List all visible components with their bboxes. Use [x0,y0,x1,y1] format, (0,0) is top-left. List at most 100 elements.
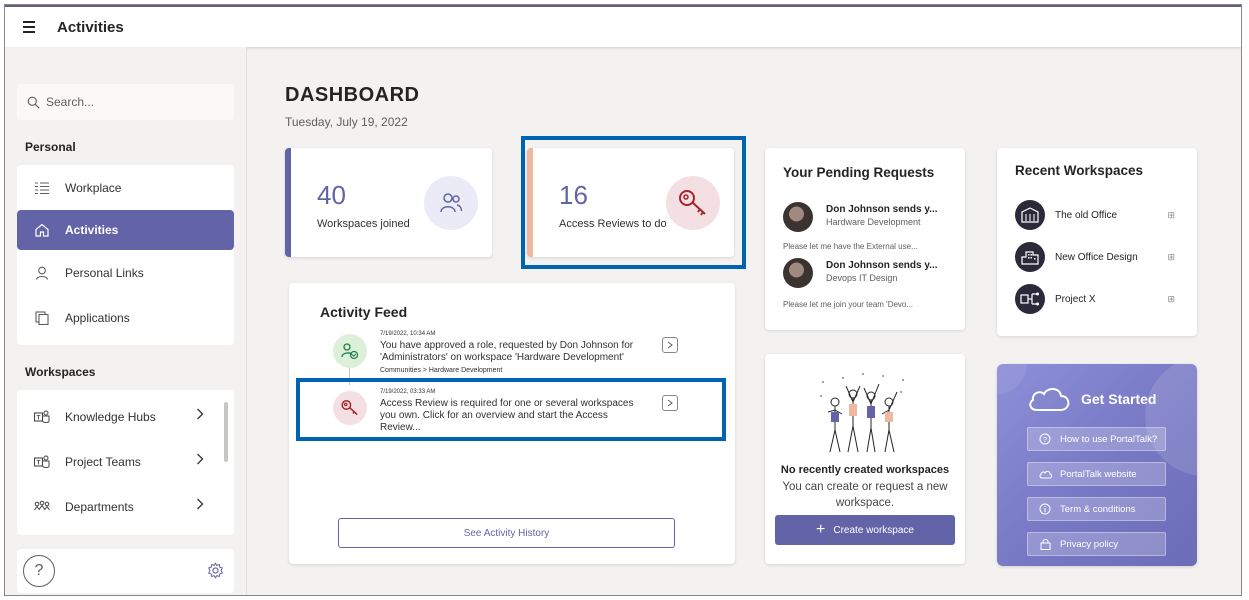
sidebar-item-applications[interactable]: Applications [17,295,234,340]
search-input[interactable]: Search... [17,84,234,120]
get-started-card: Get Started ? How to use PortalTalk? Por… [997,364,1197,566]
building-icon [1015,200,1045,230]
sidebar-item-label: Departments [65,499,134,514]
city-icon [1015,242,1045,272]
sidebar: Search... Personal Workplace Activities [5,47,247,595]
activity-feed-title: Activity Feed [320,304,408,320]
cloud-icon [1027,386,1071,417]
decor-bubble [997,364,1027,394]
workspaces-joined-card[interactable]: 40 Workspaces joined [285,148,492,257]
recent-workspaces-title: Recent Workspaces [1015,163,1144,178]
request-item[interactable]: Don Johnson sends y... Devops IT Design … [783,258,948,313]
request-message: Please let me have the External use... [783,242,918,251]
search-icon [27,96,40,109]
flow-icon [1015,284,1045,314]
request-workspace: Hardware Development [826,217,921,227]
info-icon [1038,503,1052,515]
empty-workspaces-card: No recently created workspaces You can c… [765,354,965,564]
workspace-item[interactable]: New Office Design ⊞ [1015,242,1175,272]
highlight-frame [521,136,746,269]
teams-icon: T [33,408,51,426]
link-label: PortalTalk website [1060,468,1137,480]
sidebar-item-activities[interactable]: Activities [17,210,234,250]
chevron-right-icon [196,453,204,468]
privacy-policy-link[interactable]: Privacy policy [1027,532,1166,556]
sidebar-scrollbar[interactable] [224,402,228,462]
workspaces-nav: T Knowledge Hubs T Project Teams Departm… [17,390,234,535]
home-icon [33,221,51,239]
teams-icon: T [33,453,51,471]
sidebar-item-label: Knowledge Hubs [65,409,156,424]
highlight-frame [296,378,726,441]
workspace-name: Project X [1055,293,1096,305]
create-workspace-button[interactable]: + Create workspace [775,515,955,545]
main-content: DASHBOARD Tuesday, July 19, 2022 40 Work… [248,47,1241,595]
link-label: Term & conditions [1060,503,1136,515]
request-sender: Don Johnson sends y... [826,204,938,215]
how-to-use-link[interactable]: ? How to use PortalTalk? [1027,427,1166,451]
personal-section-label: Personal [25,140,76,154]
workspace-name: New Office Design [1055,251,1138,263]
cloud-icon [1038,470,1052,479]
page-title: DASHBOARD [285,84,420,106]
svg-text:?: ? [1043,437,1047,444]
hamburger-menu-icon[interactable] [23,21,43,33]
workspaces-joined-label: Workspaces joined [317,218,410,230]
avatar [783,258,813,288]
svg-text:T: T [37,415,41,421]
sidebar-item-personal-links[interactable]: Personal Links [17,250,234,295]
celebration-illustration [813,372,913,460]
sidebar-item-knowledge-hubs[interactable]: T Knowledge Hubs [17,394,234,439]
feed-item[interactable]: 7/19/2022, 10:34 AM You have approved a … [333,331,683,381]
portaltalk-website-link[interactable]: PortalTalk website [1027,462,1166,486]
workspaces-section-label: Workspaces [25,365,96,379]
person-icon [33,264,51,282]
top-bar: Activities [5,5,1241,47]
create-workspace-label: Create workspace [833,524,914,536]
chevron-right-icon [196,498,204,513]
help-button[interactable]: ? [23,555,55,587]
org-icon [33,498,51,516]
sidebar-item-label: Activities [65,223,119,237]
request-workspace: Devops IT Design [826,273,898,283]
decor-bubble [1145,364,1197,476]
request-sender: Don Johnson sends y... [826,260,938,271]
workspaces-joined-count: 40 [317,180,346,210]
sidebar-item-departments[interactable]: Departments [17,484,234,529]
sidebar-footer: ? [17,549,234,593]
teams-icon: ⊞ [1167,209,1175,220]
page-date: Tuesday, July 19, 2022 [285,115,408,129]
gear-icon[interactable] [207,562,224,584]
app-window: Activities Search... Personal Workplace … [4,4,1242,596]
personal-nav: Workplace Activities Personal Links Appl… [17,165,234,345]
chevron-right-icon [196,408,204,423]
sidebar-item-workplace[interactable]: Workplace [17,165,234,210]
empty-state-title: No recently created workspaces [780,464,950,476]
link-label: Privacy policy [1060,538,1119,550]
people-icon [424,176,478,230]
workspace-item[interactable]: The old Office ⊞ [1015,200,1175,230]
plus-icon: + [816,521,826,538]
request-message: Please let me join your team 'Devo... [783,300,914,309]
see-activity-history-button[interactable]: See Activity History [338,518,675,548]
role-approved-icon [333,334,367,368]
app-title: Activities [57,18,124,36]
avatar [783,202,813,232]
help-circle-icon: ? [1038,433,1052,445]
terms-link[interactable]: Term & conditions [1027,497,1166,521]
empty-state-text: You can create or request a new workspac… [782,481,948,509]
teams-icon: ⊞ [1167,293,1175,304]
feed-text: You have approved a role, requested by D… [380,340,634,363]
sidebar-item-label: Personal Links [65,265,144,280]
get-started-title: Get Started [1081,391,1157,407]
teams-icon: ⊞ [1167,251,1175,262]
workspace-item[interactable]: Project X ⊞ [1015,284,1175,314]
sidebar-item-project-teams[interactable]: T Project Teams [17,439,234,484]
sidebar-item-label: Applications [65,310,130,325]
chevron-right-icon[interactable] [662,337,678,353]
sidebar-item-label: Project Teams [65,454,141,469]
request-item[interactable]: Don Johnson sends y... Hardware Developm… [783,202,948,252]
lock-icon [1038,538,1052,550]
feed-time: 7/19/2022, 10:34 AM [380,331,436,337]
feed-path: Communities > Hardware Development [380,367,503,374]
